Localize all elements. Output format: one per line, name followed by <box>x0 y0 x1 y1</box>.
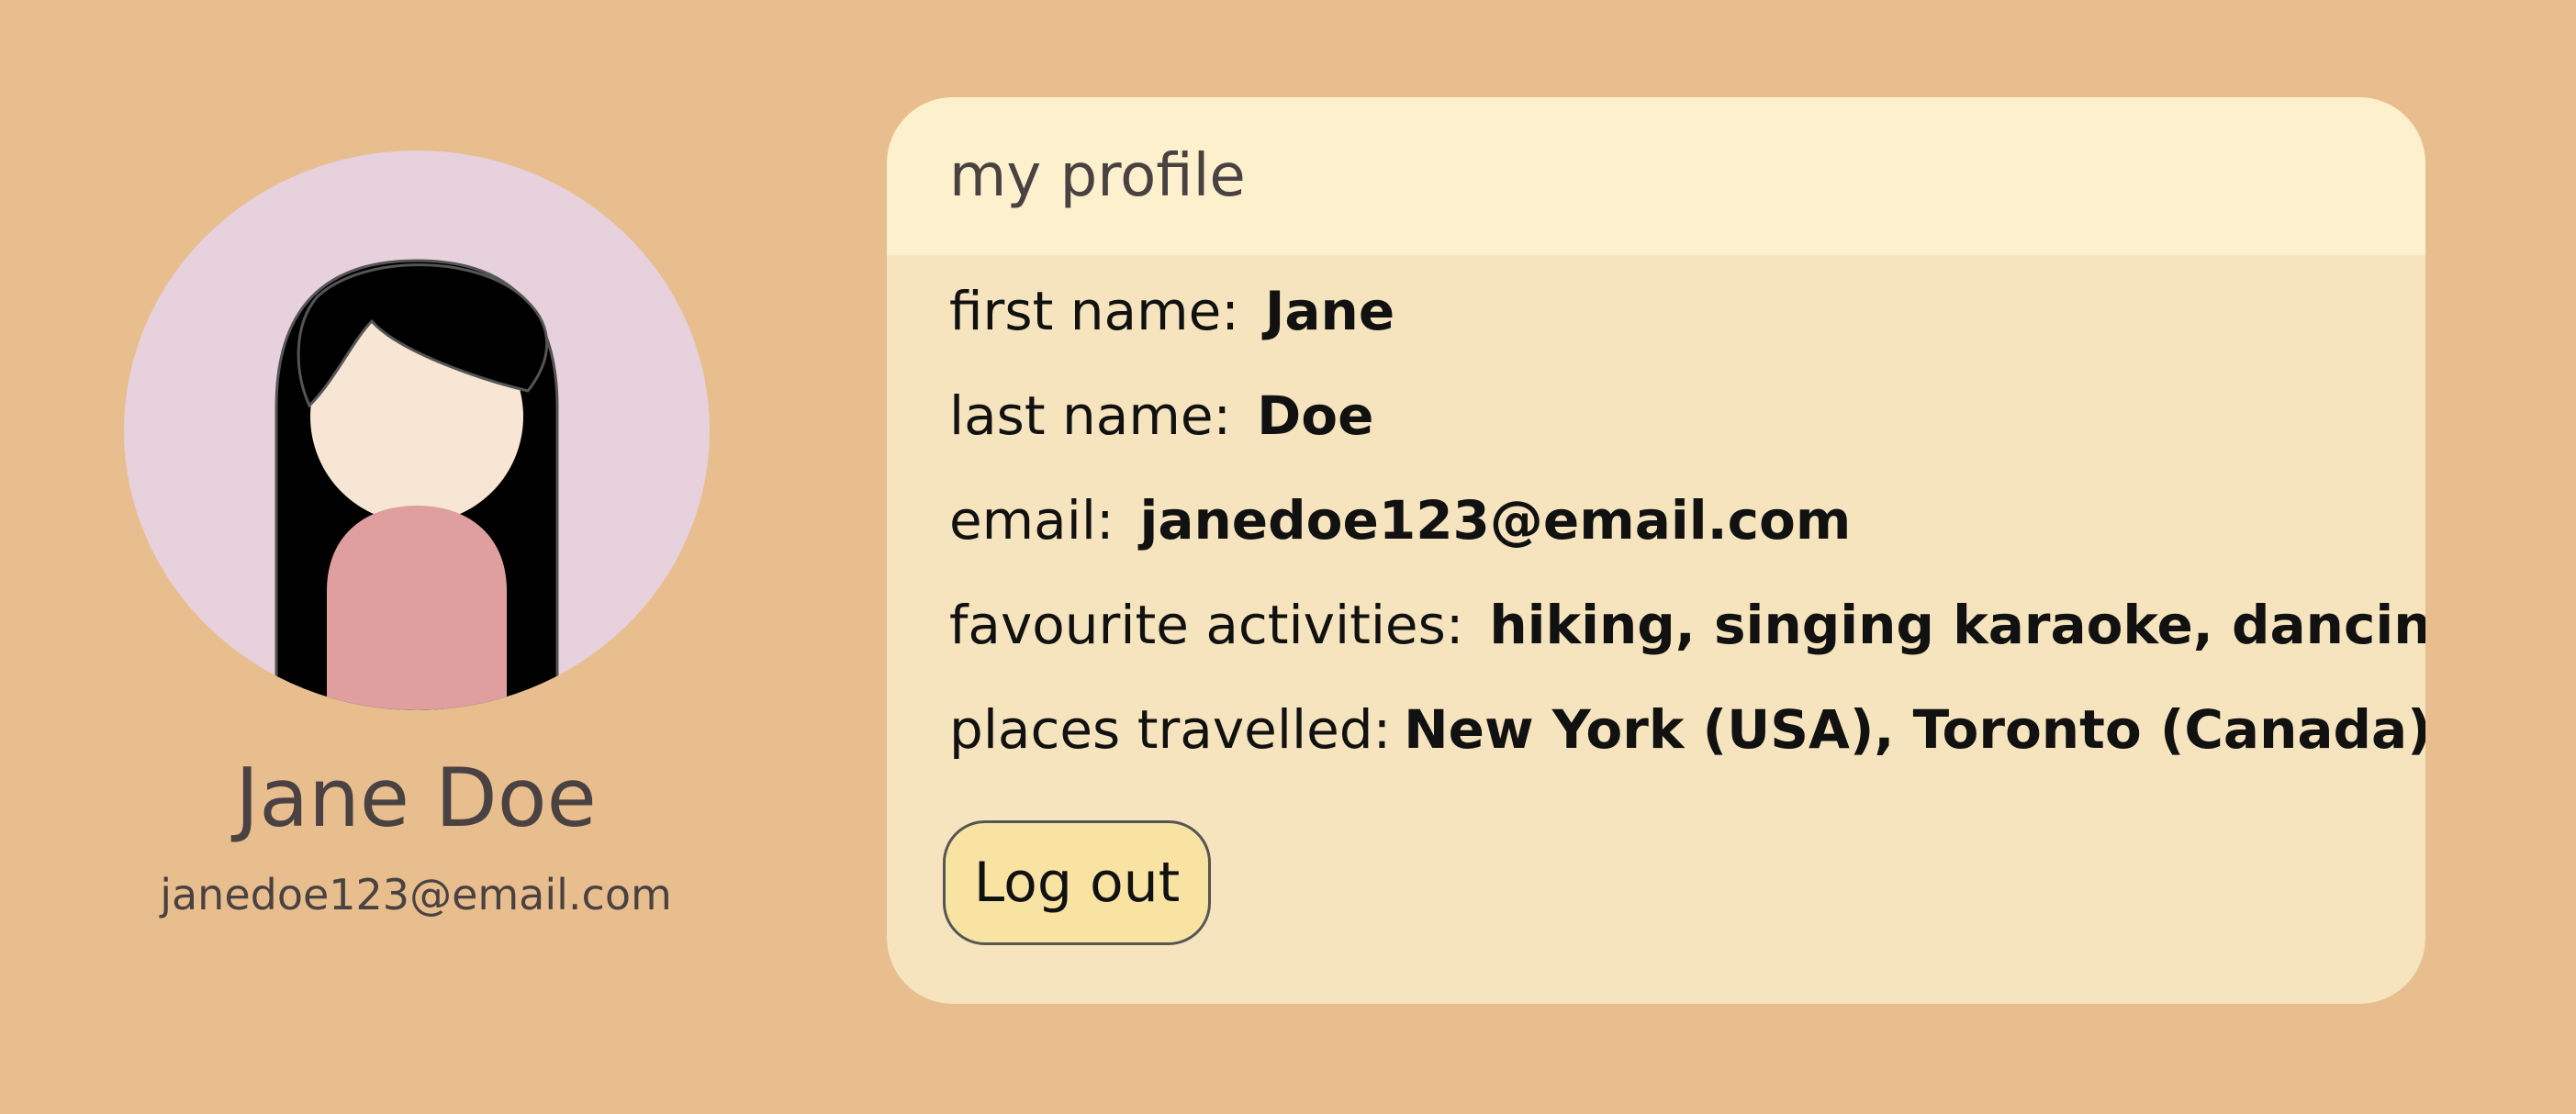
logout-button[interactable]: Log out <box>943 820 1211 945</box>
field-value: Jane <box>1264 280 1395 342</box>
field-favourite-activities: favourite activities: hiking, singing ka… <box>949 573 2425 677</box>
avatar <box>124 150 710 710</box>
shirt <box>327 506 507 710</box>
field-last-name: last name: Doe <box>949 363 2425 468</box>
field-value: Doe <box>1257 384 1374 447</box>
field-label: first name: <box>949 280 1239 342</box>
field-label: favourite activities: <box>949 594 1464 656</box>
card-title: my profile <box>949 142 1246 210</box>
field-label: email: <box>949 489 1114 551</box>
field-places-travelled: places travelled: New York (USA), Toront… <box>949 677 2425 782</box>
user-avatar-illustration <box>124 150 710 710</box>
field-label: places travelled: <box>949 698 1392 761</box>
profile-card: my profile first name: Jane last name: D… <box>887 97 2425 1004</box>
card-header: my profile <box>887 97 2425 255</box>
profile-email: janedoe123@email.com <box>160 870 672 919</box>
field-value: New York (USA), Toronto (Canada) <box>1404 698 2425 761</box>
field-label: last name: <box>949 384 1232 447</box>
card-body: first name: Jane last name: Doe email: j… <box>887 255 2425 945</box>
field-email: email: janedoe123@email.com <box>949 468 2425 573</box>
field-first-name: first name: Jane <box>949 259 2425 363</box>
field-value: hiking, singing karaoke, dancing <box>1489 594 2425 656</box>
field-value: janedoe123@email.com <box>1139 489 1852 551</box>
profile-name: Jane Doe <box>235 751 597 845</box>
